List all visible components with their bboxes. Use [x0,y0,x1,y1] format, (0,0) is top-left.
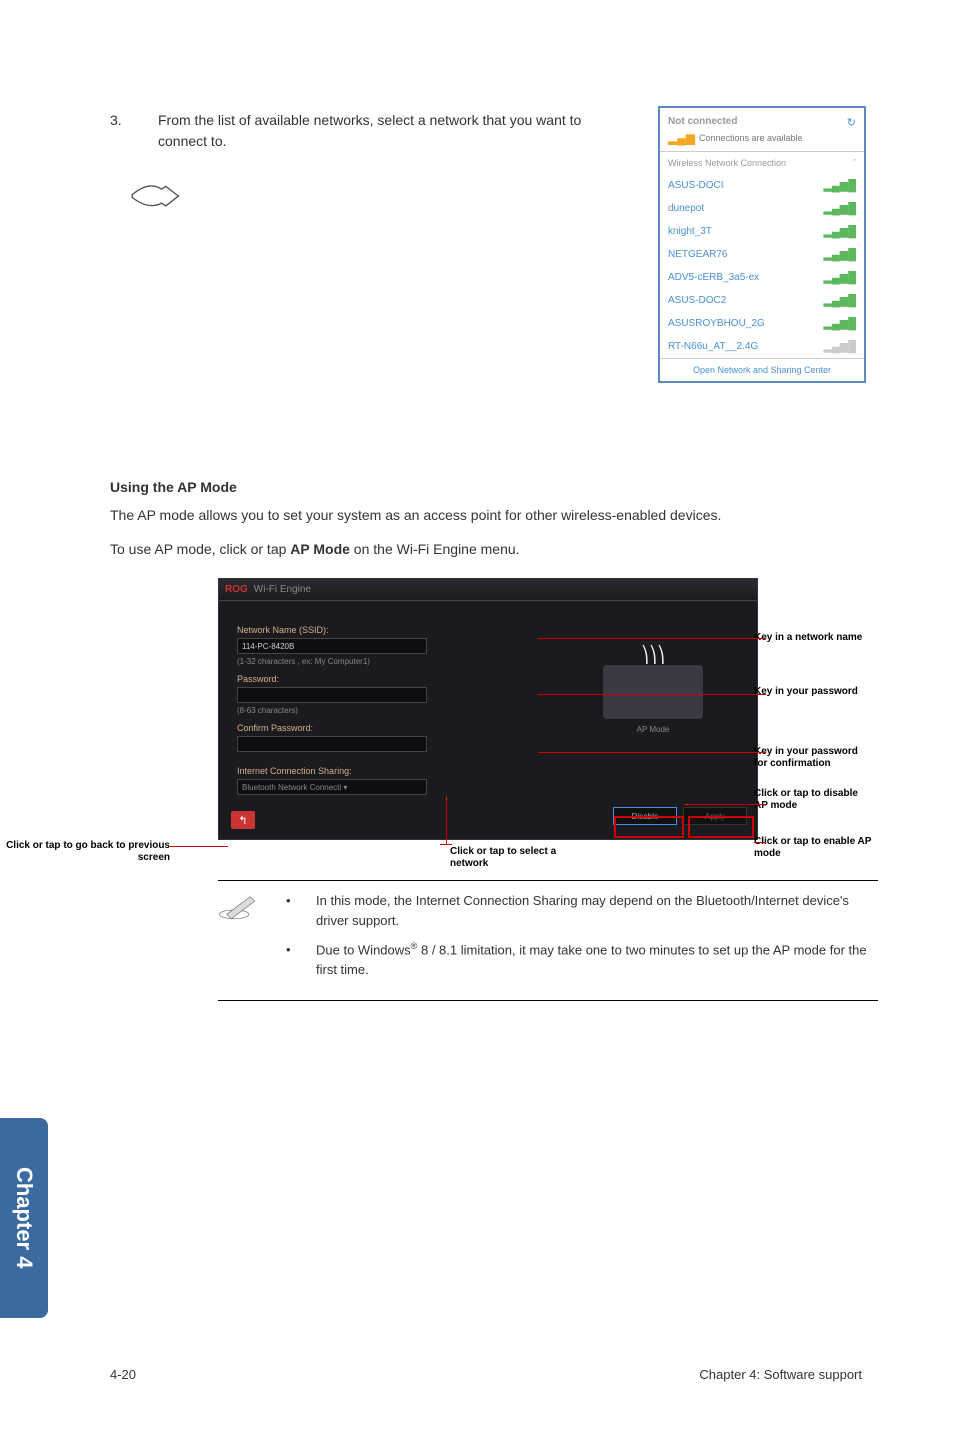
password-hint: (8-63 characters) [237,706,545,715]
wifi-network-item[interactable]: ASUSROYBHOU_2G▂▄▆█ [660,312,864,335]
confirm-password-label: Confirm Password: [237,723,545,733]
signal-bars-icon: ▂▄▆█ [823,271,856,284]
window-title: Wi-Fi Engine [254,584,311,595]
page-number: 4-20 [110,1367,136,1382]
ap-window: ROG Wi-Fi Engine Network Name (SSID): 11… [218,578,758,840]
signal-bars-icon: ▂▄▆█ [823,340,856,353]
signal-bars-icon: ▂▄▆█ [823,225,856,238]
footer-chapter-title: Chapter 4: Software support [699,1367,862,1382]
wifi-network-item[interactable]: knight_3T▂▄▆█ [660,220,864,243]
ap-mode-caption: AP Mode [637,725,670,734]
rog-logo-text: ROG [225,584,248,595]
annot-disable: Click or tap to disable AP mode [754,788,874,812]
signal-bars-icon: ▂▄▆█ [823,179,856,192]
wifi-network-item[interactable]: ASUS-DOCI▂▄▆█ [660,174,864,197]
password-input[interactable] [237,687,427,703]
note-item-1: • In this mode, the Internet Connection … [286,891,878,930]
wifi-network-item[interactable]: RT-N66u_AT__2.4G▂▄▆█ [660,335,864,358]
connections-available: Connections are available [699,133,803,143]
signal-bars-icon: ▂▄▆█ [823,248,856,261]
annot-confirm: Key in your password for confirmation [754,746,874,770]
refresh-icon[interactable]: ↻ [847,116,856,129]
ap-mode-para2: To use AP mode, click or tap AP Mode on … [110,539,864,561]
ics-dropdown[interactable]: Bluetooth Network Connecti ▾ [237,779,427,795]
step-text: From the list of available networks, sel… [158,110,618,152]
annot-select-network: Click or tap to select a network [450,846,580,870]
network-name-input[interactable]: 114-PC-8420B [237,638,427,654]
signal-bars-icon: ▂▄▆█ [823,294,856,307]
wifi-network-item[interactable]: dunepot▂▄▆█ [660,197,864,220]
wifi-network-item[interactable]: ADV5-cERB_3a5-ex▂▄▆█ [660,266,864,289]
router-image [603,665,703,719]
not-connected-label: Not connected [668,116,803,127]
ap-figure: ROG Wi-Fi Engine Network Name (SSID): 11… [110,578,864,840]
ap-title-bar: ROG Wi-Fi Engine [219,579,757,601]
annot-netname: Key in a network name [754,632,874,644]
wifi-network-item[interactable]: ASUS-DOC2▂▄▆█ [660,289,864,312]
confirm-password-input[interactable] [237,736,427,752]
wifi-network-item[interactable]: NETGEAR76▂▄▆█ [660,243,864,266]
wireless-section-title: Wireless Network Connection [668,158,786,168]
ap-mode-para1: The AP mode allows you to set your syste… [110,505,864,527]
back-button[interactable]: ↰ [231,811,255,829]
signal-bars-icon: ▂▄▆█ [823,317,856,330]
network-name-label: Network Name (SSID): [237,625,545,635]
annot-go-back: Click or tap to go back to previous scre… [0,840,170,864]
signal-icon: ▂▄▆ [668,131,695,145]
signal-bars-icon: ▂▄▆█ [823,202,856,215]
password-label: Password: [237,674,545,684]
annot-enable: Click or tap to enable AP mode [754,836,874,860]
note-item-2: • Due to Windows® 8 / 8.1 limitation, it… [286,940,878,979]
open-network-center-link[interactable]: Open Network and Sharing Center [660,358,864,381]
step-number: 3. [110,110,130,131]
annot-password: Key in your password [754,686,874,698]
ics-label: Internet Connection Sharing: [237,766,545,776]
chapter-side-tab: Chapter 4 [0,1118,48,1318]
note-box: • In this mode, the Internet Connection … [218,880,878,1000]
ap-mode-heading: Using the AP Mode [110,479,864,495]
wifi-networks-popup: Not connected ▂▄▆ Connections are availa… [658,106,866,383]
collapse-caret-icon[interactable]: ˆ [853,158,856,168]
wifi-icon: ⎞⎞⎞ [641,645,665,665]
pen-icon [218,891,262,928]
network-name-hint: (1-32 characters , ex: My Computer1) [237,657,545,666]
